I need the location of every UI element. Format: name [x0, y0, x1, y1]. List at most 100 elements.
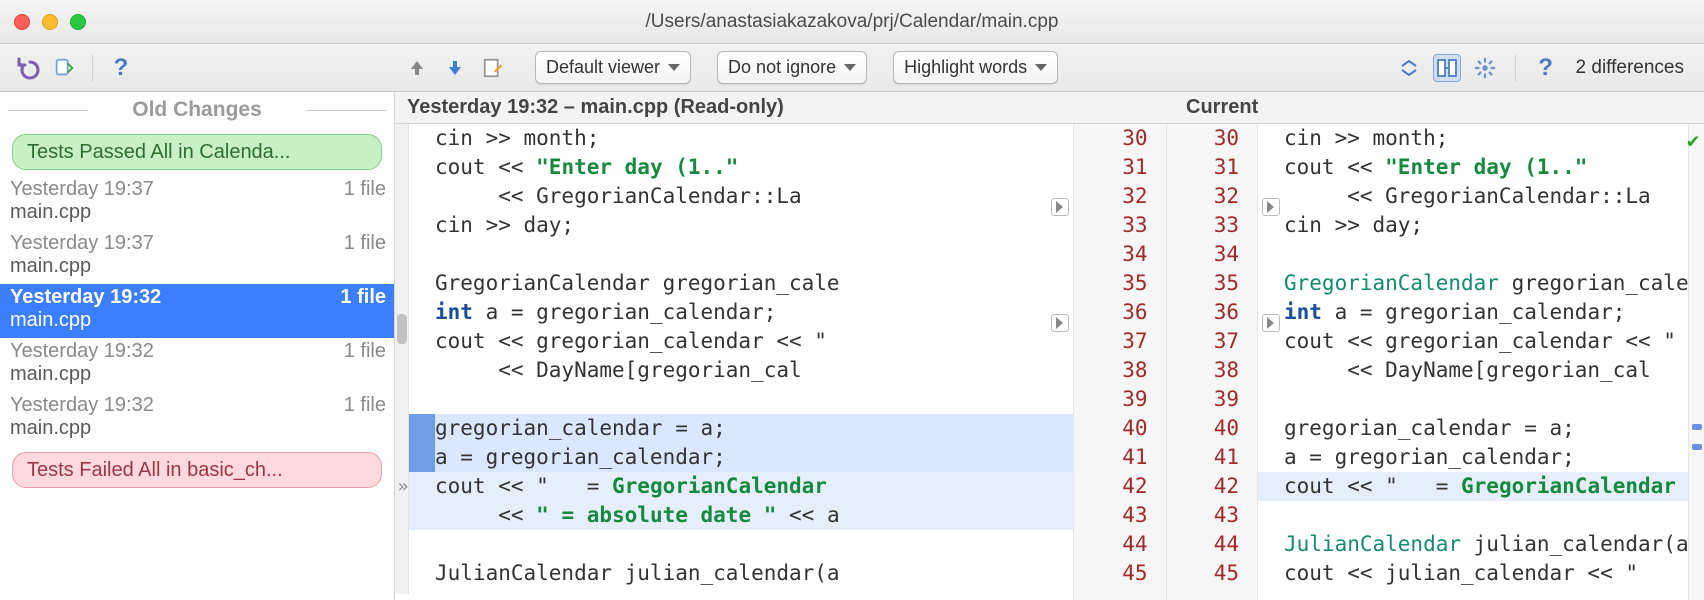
line-number: 44	[1074, 530, 1148, 559]
overview-ruler[interactable]: ✔	[1688, 124, 1704, 600]
line-number: 40	[1074, 414, 1148, 443]
highlight-dropdown-label: Highlight words	[904, 57, 1027, 78]
ignore-dropdown[interactable]: Do not ignore	[717, 51, 867, 84]
line-number: 36	[1074, 298, 1148, 327]
history-item-files: 1 file	[344, 178, 386, 201]
highlight-dropdown[interactable]: Highlight words	[893, 51, 1058, 84]
line-number: 43	[1074, 501, 1148, 530]
code-line: a = gregorian_calendar;	[1258, 443, 1688, 472]
history-item[interactable]: Yesterday 19:371 filemain.cpp	[0, 230, 394, 284]
history-item-files: 1 file	[344, 394, 386, 417]
line-number: 38	[1074, 356, 1148, 385]
history-item[interactable]: Yesterday 19:32 1 filemain.cpp	[0, 338, 394, 392]
line-number: 32	[1167, 182, 1240, 211]
fold-icon[interactable]	[1262, 198, 1280, 216]
line-number: 30	[1074, 124, 1148, 153]
collapse-unchanged-icon[interactable]	[1395, 54, 1423, 82]
line-number: 40	[1167, 414, 1240, 443]
code-line: << DayName[gregorian_cal	[1258, 356, 1688, 385]
code-line	[409, 530, 1073, 559]
line-number: 35	[1074, 269, 1148, 298]
history-item-time: Yesterday 19:37	[10, 232, 154, 255]
line-number: 30	[1167, 124, 1240, 153]
line-number: 31	[1167, 153, 1240, 182]
apply-left-icon[interactable]: »	[395, 476, 413, 496]
history-item-file: main.cpp	[10, 255, 386, 278]
help-icon[interactable]: ?	[107, 54, 135, 82]
history-sidebar: Old Changes Tests Passed All in Calenda.…	[0, 92, 395, 600]
next-diff-icon[interactable]	[441, 54, 469, 82]
line-number: 34	[1167, 240, 1240, 269]
fold-icon[interactable]	[1051, 314, 1069, 332]
line-number: 43	[1167, 501, 1240, 530]
diff-body: cin >> month;cout << "Enter day (1.." <<…	[395, 124, 1704, 600]
history-item-file: main.cpp	[10, 201, 386, 224]
code-line: << GregorianCalendar::La	[409, 182, 1073, 211]
sync-scroll-icon[interactable]	[1433, 54, 1461, 82]
line-number: 34	[1074, 240, 1148, 269]
chevron-down-icon	[844, 64, 856, 71]
code-line: << GregorianCalendar::La	[1258, 182, 1688, 211]
history-item-time: Yesterday 19:32	[10, 286, 161, 309]
history-item[interactable]: Yesterday 19:32 1 filemain.cpp	[0, 392, 394, 446]
history-item[interactable]: Yesterday 19:321 filemain.cpp	[0, 284, 394, 338]
fold-icon[interactable]	[1262, 314, 1280, 332]
code-line	[1258, 501, 1688, 530]
tests-passed-chip[interactable]: Tests Passed All in Calenda...	[12, 134, 382, 170]
line-number: 41	[1167, 443, 1240, 472]
history-item-file: main.cpp	[10, 363, 386, 386]
prev-diff-icon[interactable]	[403, 54, 431, 82]
code-line: JulianCalendar julian_calendar(a	[409, 559, 1073, 588]
chevron-down-icon	[1035, 64, 1047, 71]
line-number: 33	[1167, 211, 1240, 240]
viewer-dropdown-label: Default viewer	[546, 57, 660, 78]
help-icon[interactable]: ?	[1532, 54, 1560, 82]
left-code-pane[interactable]: cin >> month;cout << "Enter day (1.." <<…	[395, 124, 1073, 600]
history-item-files: 1 file	[344, 340, 386, 363]
code-line: cout << "Enter day (1.."	[1258, 153, 1688, 182]
line-number: 33	[1074, 211, 1148, 240]
ok-check-icon: ✔	[1687, 126, 1699, 155]
code-line: << " = absolute date " << a	[409, 501, 1073, 530]
code-line: cin >> month;	[1258, 124, 1688, 153]
history-item[interactable]: Yesterday 19:37 1 filemain.cpp	[0, 176, 394, 230]
code-line: cout << "Enter day (1.."	[409, 153, 1073, 182]
line-number: 42	[1074, 472, 1148, 501]
edit-source-icon[interactable]	[479, 54, 507, 82]
code-line: cout << gregorian_calendar << "	[1258, 327, 1688, 356]
line-number: 36	[1167, 298, 1240, 327]
content: Old Changes Tests Passed All in Calenda.…	[0, 92, 1704, 600]
history-item-file: main.cpp	[10, 417, 386, 440]
code-line	[409, 385, 1073, 414]
line-number: 32	[1074, 182, 1148, 211]
history-item-files: 1 file	[340, 286, 386, 309]
code-line: cin >> day;	[1258, 211, 1688, 240]
line-number: 39	[1074, 385, 1148, 414]
history-item-time: Yesterday 19:32	[10, 340, 154, 363]
revert-icon[interactable]	[14, 54, 42, 82]
right-code-pane[interactable]: cin >> month;cout << "Enter day (1.." <<…	[1258, 124, 1688, 600]
tests-failed-chip[interactable]: Tests Failed All in basic_ch...	[12, 452, 382, 488]
diff-count: 2 differences	[1570, 57, 1696, 79]
line-number: 37	[1074, 327, 1148, 356]
titlebar: /Users/anastasiakazakova/prj/Calendar/ma…	[0, 0, 1704, 44]
code-line	[1258, 240, 1688, 269]
line-number: 37	[1167, 327, 1240, 356]
code-line: int a = gregorian_calendar;	[1258, 298, 1688, 327]
line-number: 45	[1167, 559, 1240, 588]
patch-icon[interactable]	[50, 54, 78, 82]
line-number: 45	[1074, 559, 1148, 588]
history-item-time: Yesterday 19:37	[10, 178, 154, 201]
line-number: 42	[1167, 472, 1240, 501]
line-number: 39	[1167, 385, 1240, 414]
code-line: << DayName[gregorian_cal	[409, 356, 1073, 385]
fold-icon[interactable]	[1051, 198, 1069, 216]
settings-gear-icon[interactable]	[1471, 54, 1499, 82]
line-number-gutter: 30313233343536373839404142434445 3031323…	[1073, 124, 1258, 600]
viewer-dropdown[interactable]: Default viewer	[535, 51, 691, 84]
code-line: cin >> day;	[409, 211, 1073, 240]
history-item-time: Yesterday 19:32	[10, 394, 154, 417]
line-number: 44	[1167, 530, 1240, 559]
left-scrollbar[interactable]	[395, 124, 409, 594]
code-line: cout << " = GregorianCalendar	[1258, 472, 1688, 501]
